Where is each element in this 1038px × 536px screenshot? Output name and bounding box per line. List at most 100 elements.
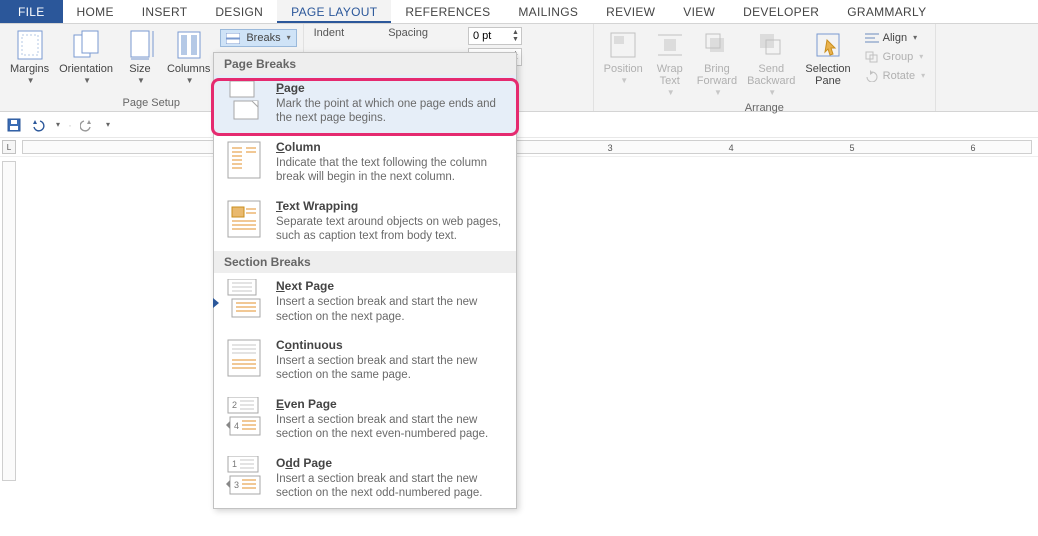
tab-file[interactable]: FILE — [0, 0, 63, 23]
ruler-row: L 2 3 4 5 6 — [0, 138, 1038, 156]
group-icon — [865, 51, 879, 63]
tab-grammarly[interactable]: GRAMMARLY — [833, 0, 940, 23]
selection-pane-label: Selection Pane — [805, 63, 850, 87]
align-button[interactable]: Align▾ — [861, 29, 929, 47]
margins-icon — [14, 29, 46, 61]
dropdown-caret-icon: ▼ — [186, 77, 194, 86]
dropdown-caret-icon: ▼ — [27, 77, 35, 86]
odd-page-icon: 1 3 — [224, 456, 264, 501]
tab-page-layout[interactable]: PAGE LAYOUT — [277, 0, 391, 23]
save-button[interactable] — [6, 117, 22, 133]
bring-forward-label: Bring Forward — [697, 63, 737, 87]
send-backward-label: Send Backward — [747, 63, 795, 87]
ruler-tick: 5 — [850, 141, 855, 155]
group-label-arrange: Arrange — [600, 100, 929, 114]
tab-references[interactable]: REFERENCES — [391, 0, 504, 23]
menu-item-continuous[interactable]: ContinuousContinuous Insert a section br… — [214, 332, 516, 391]
vertical-ruler[interactable] — [2, 161, 16, 481]
tab-home[interactable]: HOME — [63, 0, 128, 23]
tab-insert[interactable]: INSERT — [128, 0, 202, 23]
rotate-button[interactable]: Rotate▾ — [861, 67, 929, 85]
margins-button[interactable]: Margins ▼ — [6, 27, 53, 88]
send-backward-icon — [755, 29, 787, 61]
align-label: Align — [883, 30, 907, 46]
menu-item-title: ContinuousContinuous — [276, 338, 508, 352]
dropdown-caret-icon: ▼ — [83, 77, 91, 86]
page-break-icon — [224, 81, 264, 126]
menu-item-desc: Mark the point at which one page ends an… — [276, 97, 508, 126]
menu-item-desc: Insert a section break and start the new… — [276, 354, 508, 383]
column-break-icon — [224, 140, 264, 185]
tab-view[interactable]: VIEW — [669, 0, 729, 23]
even-page-icon: 2 4 — [224, 397, 264, 442]
bring-forward-button[interactable]: Bring Forward▼ — [693, 27, 741, 100]
menu-item-title: Next PageNext Page — [276, 279, 508, 293]
ruler-corner[interactable]: L — [2, 140, 16, 154]
menu-item-odd-page[interactable]: 1 3 Odd PageOdd Page Insert a section br… — [214, 450, 516, 509]
menu-item-column-break[interactable]: ColumnColumn Indicate that the text foll… — [214, 134, 516, 193]
menu-item-text-wrapping-break[interactable]: Text WrappingText Wrapping Separate text… — [214, 193, 516, 252]
columns-label: Columns — [167, 63, 210, 75]
align-icon — [865, 32, 879, 44]
dropdown-header-section-breaks: Section Breaks — [214, 251, 516, 273]
size-label: Size — [129, 63, 150, 75]
menu-item-even-page[interactable]: 2 4 Even PageEven Page Insert a section … — [214, 391, 516, 450]
menu-item-title: Even PageEven Page — [276, 397, 508, 411]
wrap-text-button[interactable]: Wrap Text▼ — [649, 27, 691, 100]
menu-item-desc: Insert a section break and start the new… — [276, 295, 508, 324]
position-label: Position — [604, 63, 643, 75]
tab-review[interactable]: REVIEW — [592, 0, 669, 23]
selection-pane-icon — [812, 29, 844, 61]
ruler-tick: 3 — [608, 141, 613, 155]
svg-text:2: 2 — [232, 400, 237, 410]
qat-customize-caret[interactable]: ▾ — [106, 120, 110, 129]
wrap-text-icon — [654, 29, 686, 61]
undo-dropdown-caret[interactable]: ▾ — [56, 120, 60, 129]
menu-item-desc: Insert a section break and start the new… — [276, 413, 508, 442]
orientation-button[interactable]: Orientation ▼ — [55, 27, 117, 88]
svg-text:1: 1 — [232, 459, 237, 469]
spacing-before-field[interactable] — [473, 30, 501, 42]
horizontal-ruler[interactable]: 2 3 4 5 6 — [22, 140, 1032, 154]
size-button[interactable]: Size ▼ — [119, 27, 161, 88]
send-backward-button[interactable]: Send Backward▼ — [743, 27, 799, 100]
redo-button[interactable] — [80, 117, 96, 133]
spinner-buttons[interactable]: ▲▼ — [512, 29, 519, 43]
position-icon — [607, 29, 639, 61]
text-wrapping-icon — [224, 199, 264, 244]
ribbon: Margins ▼ Orientation ▼ Size ▼ — [0, 24, 1038, 112]
breaks-button[interactable]: Breaks ▾ — [220, 29, 296, 47]
indent-heading: Indent — [310, 27, 345, 39]
menu-item-title: ColumnColumn — [276, 140, 508, 154]
size-icon — [124, 29, 156, 61]
dropdown-caret-icon: ▼ — [137, 77, 145, 86]
group-objects-button[interactable]: Group▾ — [861, 48, 929, 66]
columns-button[interactable]: Columns ▼ — [163, 27, 214, 88]
undo-button[interactable] — [30, 117, 46, 133]
spacing-before-input[interactable]: ▲▼ — [468, 27, 522, 45]
document-area[interactable] — [0, 156, 1038, 536]
group-arrange: Position▼ Wrap Text▼ Bring Forward▼ Send… — [594, 24, 936, 111]
svg-text:3: 3 — [234, 480, 239, 490]
tab-developer[interactable]: DEVELOPER — [729, 0, 833, 23]
spacing-heading: Spacing — [384, 27, 428, 39]
wrap-text-label: Wrap Text — [657, 63, 683, 87]
breaks-icon — [226, 33, 240, 44]
orientation-icon — [70, 29, 102, 61]
columns-icon — [173, 29, 205, 61]
breaks-label: Breaks — [246, 30, 280, 46]
menu-item-page-break[interactable]: PPageage Mark the point at which one pag… — [214, 75, 516, 134]
orientation-label: Orientation — [59, 63, 113, 75]
tab-mailings[interactable]: MAILINGS — [504, 0, 592, 23]
bring-forward-icon — [701, 29, 733, 61]
rotate-icon — [865, 70, 879, 82]
dropdown-header-page-breaks: Page Breaks — [214, 53, 516, 75]
tab-design[interactable]: DESIGN — [201, 0, 277, 23]
menu-item-title: PPageage — [276, 81, 508, 95]
position-button[interactable]: Position▼ — [600, 27, 647, 88]
selection-pane-button[interactable]: Selection Pane — [801, 27, 854, 89]
menu-item-title: Text WrappingText Wrapping — [276, 199, 508, 213]
ruler-tick: 4 — [729, 141, 734, 155]
next-page-icon — [224, 279, 264, 324]
menu-item-next-page[interactable]: Next PageNext Page Insert a section brea… — [214, 273, 516, 332]
